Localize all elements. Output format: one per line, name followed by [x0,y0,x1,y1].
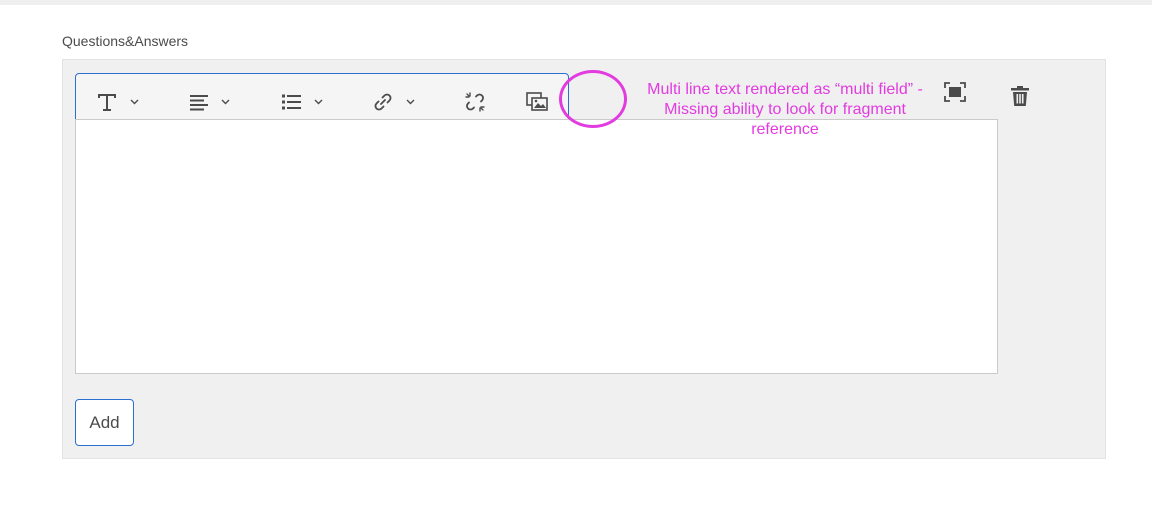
chevron-down-icon[interactable] [406,99,415,105]
chevron-down-icon[interactable] [130,99,139,105]
unlink-tool[interactable] [464,90,486,114]
link-icon [372,91,394,113]
chevron-down-icon[interactable] [314,99,323,105]
align-left-icon [189,92,209,112]
insert-asset-tool[interactable] [526,90,548,114]
text-format-icon [96,91,118,113]
annotation-text: Multi line text rendered as “multi field… [647,81,923,138]
bulleted-list-icon [281,92,302,112]
fullscreen-icon [944,82,966,102]
top-strip [0,0,1152,5]
multiline-text-editor[interactable] [75,119,998,374]
field-label: Questions&Answers [62,33,189,49]
delete-item-button[interactable] [1010,85,1030,107]
add-button[interactable]: Add [75,399,134,446]
unlink-icon [464,91,486,113]
chevron-down-icon[interactable] [221,99,230,105]
fullscreen-button[interactable] [944,82,966,102]
trash-icon [1010,85,1030,107]
paragraph-align-tool[interactable] [189,90,230,114]
image-asset-icon [526,91,548,113]
list-tool[interactable] [281,90,323,114]
link-tool[interactable] [372,90,415,114]
text-format-tool[interactable] [96,90,139,114]
